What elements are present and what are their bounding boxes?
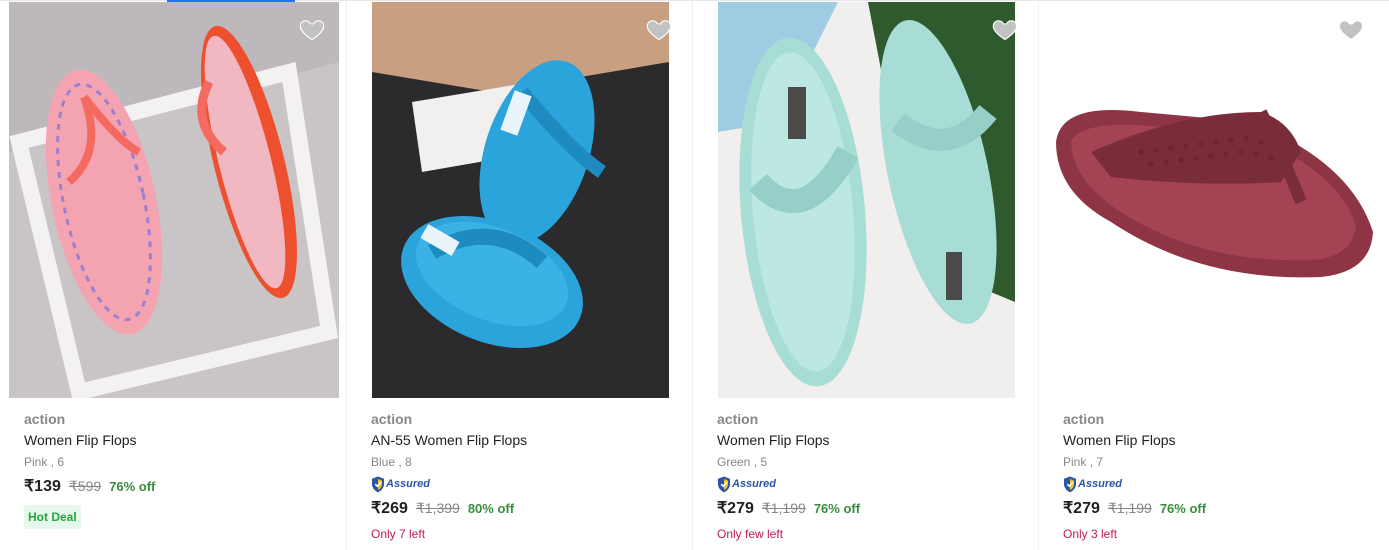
product-image[interactable] — [1051, 2, 1381, 398]
product-image[interactable] — [9, 2, 339, 398]
discount-label: 80% off — [467, 501, 515, 516]
price-row: ₹269 ₹1,399 80% off — [371, 498, 683, 520]
discount-label: 76% off — [1159, 501, 1207, 516]
product-info: action Women Flip Flops Pink , 7 Assured… — [1063, 409, 1380, 543]
product-grid: action Women Flip Flops Pink , 6 ₹139 ₹5… — [0, 1, 1389, 550]
product-info: action Women Flip Flops Pink , 6 ₹139 ₹5… — [24, 409, 336, 529]
wishlist-heart-icon[interactable] — [645, 15, 673, 43]
product-image[interactable] — [718, 2, 1015, 398]
product-image[interactable] — [372, 2, 669, 398]
product-brand: action — [1063, 411, 1105, 427]
selling-price: ₹269 — [371, 500, 408, 517]
shield-icon — [718, 476, 730, 492]
stock-status: Only few left — [717, 527, 784, 541]
product-title[interactable]: Women Flip Flops — [717, 429, 1029, 451]
product-card[interactable]: action AN-55 Women Flip Flops Blue , 8 A… — [346, 1, 693, 550]
assured-label: Assured — [386, 478, 431, 490]
product-variant: Pink , 7 — [1063, 455, 1104, 469]
original-price: ₹1,399 — [415, 500, 460, 516]
wishlist-heart-icon[interactable] — [991, 15, 1019, 43]
selling-price: ₹279 — [1063, 500, 1100, 517]
discount-label: 76% off — [813, 501, 861, 516]
wishlist-heart-icon[interactable] — [298, 15, 326, 43]
original-price: ₹1,199 — [1107, 500, 1152, 516]
selling-price: ₹139 — [24, 478, 61, 495]
original-price: ₹1,199 — [761, 500, 806, 516]
product-card[interactable]: action Women Flip Flops Green , 5 Assure… — [692, 1, 1039, 550]
assured-label: Assured — [732, 478, 777, 490]
assured-badge: Assured — [1063, 475, 1380, 493]
product-info: action Women Flip Flops Green , 5 Assure… — [717, 409, 1029, 543]
product-card[interactable]: action Women Flip Flops Pink , 6 ₹139 ₹5… — [0, 1, 346, 550]
product-brand: action — [717, 411, 759, 427]
discount-label: 76% off — [109, 479, 156, 494]
price-row: ₹279 ₹1,199 76% off — [717, 498, 1029, 520]
original-price: ₹599 — [68, 478, 102, 494]
product-info: action AN-55 Women Flip Flops Blue , 8 A… — [371, 409, 683, 543]
product-card[interactable]: action Women Flip Flops Pink , 7 Assured… — [1038, 1, 1389, 550]
product-variant: Pink , 6 — [24, 455, 65, 469]
wishlist-heart-icon[interactable] — [1337, 15, 1365, 43]
product-title[interactable]: AN-55 Women Flip Flops — [371, 429, 683, 451]
assured-badge: Assured — [371, 475, 683, 493]
hot-deal-badge: Hot Deal — [24, 505, 81, 529]
product-title[interactable]: Women Flip Flops — [24, 429, 336, 451]
product-brand: action — [371, 411, 413, 427]
stock-status: Only 3 left — [1063, 527, 1118, 541]
selling-price: ₹279 — [717, 500, 754, 517]
product-variant: Blue , 8 — [371, 455, 412, 469]
product-title[interactable]: Women Flip Flops — [1063, 429, 1380, 451]
stock-status: Only 7 left — [371, 527, 426, 541]
shield-icon — [372, 476, 384, 492]
product-variant: Green , 5 — [717, 455, 768, 469]
price-row: ₹139 ₹599 76% off — [24, 476, 336, 498]
assured-badge: Assured — [717, 475, 1029, 493]
price-row: ₹279 ₹1,199 76% off — [1063, 498, 1380, 520]
shield-icon — [1064, 476, 1076, 492]
assured-label: Assured — [1078, 478, 1123, 490]
product-brand: action — [24, 411, 66, 427]
